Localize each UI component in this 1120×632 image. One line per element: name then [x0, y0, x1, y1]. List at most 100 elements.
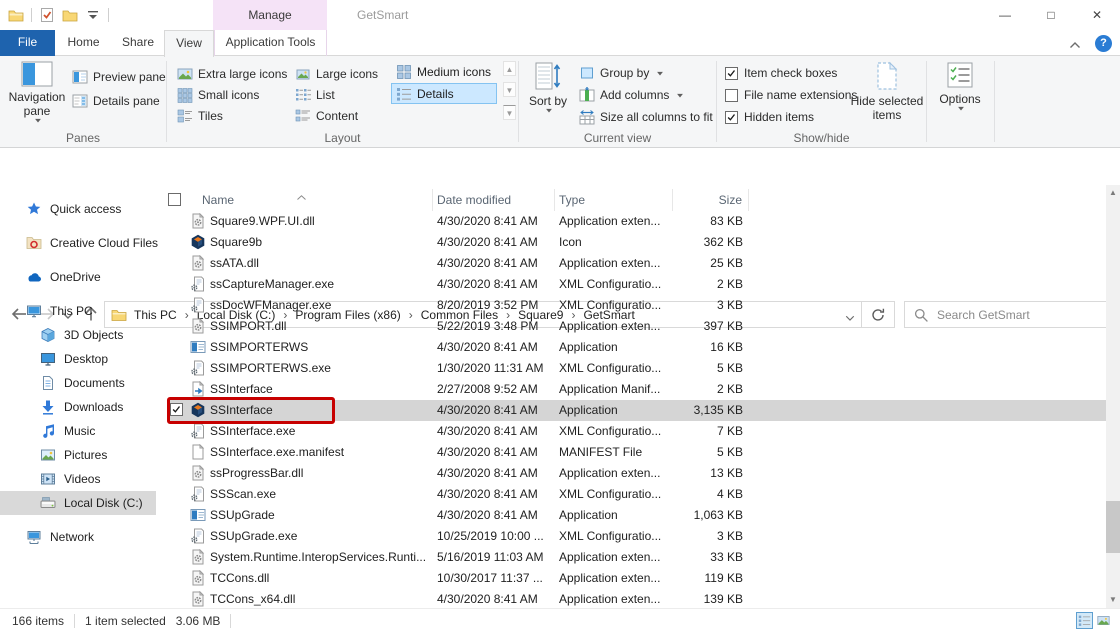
- checkbox-unchecked-icon[interactable]: [725, 89, 738, 102]
- file-row-ssupgrade-exe-15[interactable]: SSUpGrade.exe10/25/2019 10:00 ...XML Con…: [168, 526, 1106, 547]
- sidebar-item-this-pc[interactable]: This PC: [0, 299, 156, 323]
- dll-file-icon: [190, 591, 206, 607]
- sidebar-item-onedrive[interactable]: OneDrive: [0, 265, 156, 289]
- file-row-ssinterface-8[interactable]: SSInterface2/27/2008 9:52 AMApplication …: [168, 379, 1106, 400]
- file-row-ssimporterws-6[interactable]: SSIMPORTERWS4/30/2020 8:41 AMApplication…: [168, 337, 1106, 358]
- size-all-columns-button[interactable]: Size all columns to fit: [579, 107, 713, 127]
- file-row-tccons-x64-dll-18[interactable]: TCCons_x64.dll4/30/2020 8:41 AMApplicati…: [168, 589, 1106, 608]
- details-pane-button[interactable]: Details pane: [72, 91, 160, 111]
- layout-option-large-icons[interactable]: Large icons: [295, 63, 378, 84]
- file-row-ssprogressbar-dll-12[interactable]: ssProgressBar.dll4/30/2020 8:41 AMApplic…: [168, 463, 1106, 484]
- column-header-name[interactable]: Name: [168, 189, 433, 211]
- file-row-square9-wpf-ui-dll-0[interactable]: Square9.WPF.UI.dll4/30/2020 8:41 AMAppli…: [168, 211, 1106, 232]
- maximize-button[interactable]: □: [1028, 0, 1074, 30]
- sidebar-item-quick-access[interactable]: Quick access: [0, 197, 156, 221]
- sidebar-item-label: Desktop: [64, 352, 108, 366]
- file-row-ssdocwfmanager-exe-4[interactable]: ssDocWFManager.exe8/20/2019 3:52 PMXML C…: [168, 295, 1106, 316]
- scroll-down-icon[interactable]: ▼: [1106, 592, 1120, 608]
- tab-share[interactable]: Share: [112, 30, 164, 56]
- options-button[interactable]: Options: [930, 61, 990, 111]
- new-folder-icon[interactable]: [62, 7, 78, 23]
- objects-3d-icon: [40, 327, 56, 343]
- file-row-ssinterface-9[interactable]: SSInterface4/30/2020 8:41 AMApplication3…: [168, 400, 1106, 421]
- file-row-ssinterface-exe-10[interactable]: SSInterface.exe4/30/2020 8:41 AMXML Conf…: [168, 421, 1106, 442]
- layout-option-medium-icons[interactable]: Medium icons: [391, 61, 497, 82]
- config-file-icon: [190, 297, 206, 313]
- file-row-sscapturemanager-exe-3[interactable]: ssCaptureManager.exe4/30/2020 8:41 AMXML…: [168, 274, 1106, 295]
- tab-home[interactable]: Home: [55, 30, 112, 56]
- sidebar-item-documents[interactable]: Documents: [0, 371, 156, 395]
- file-row-ssupgrade-14[interactable]: SSUpGrade4/30/2020 8:41 AMApplication1,0…: [168, 505, 1106, 526]
- sidebar-item-desktop[interactable]: Desktop: [0, 347, 156, 371]
- layout-option-small-icons[interactable]: Small icons: [177, 84, 287, 105]
- checkbox-item-check-boxes[interactable]: Item check boxes: [725, 64, 837, 82]
- status-separator: [74, 614, 75, 628]
- navigation-pane-button[interactable]: Navigation pane: [6, 61, 68, 123]
- file-row-tccons-dll-17[interactable]: TCCons.dll10/30/2017 11:37 ...Applicatio…: [168, 568, 1106, 589]
- file-row-ssata-dll-2[interactable]: ssATA.dll4/30/2020 8:41 AMApplication ex…: [168, 253, 1106, 274]
- file-date: 1/30/2020 11:31 AM: [433, 358, 555, 379]
- layout-scroll-down-icon[interactable]: ▼: [503, 82, 516, 97]
- file-row-ssimporterws-exe-7[interactable]: SSIMPORTERWS.exe1/30/2020 11:31 AMXML Co…: [168, 358, 1106, 379]
- hide-selected-items-button[interactable]: Hide selected items: [849, 61, 925, 122]
- group-by-button[interactable]: Group by: [579, 63, 664, 83]
- collapse-ribbon-icon[interactable]: [1069, 38, 1081, 50]
- sidebar-item-local-disk-c[interactable]: Local Disk (C:): [0, 491, 156, 515]
- customize-qat-icon[interactable]: [85, 7, 101, 23]
- layout-option-extra-large-icons[interactable]: Extra large icons: [177, 63, 287, 84]
- file-row-system-runtime-interopservices-runti-16[interactable]: System.Runtime.InteropServices.Runti...5…: [168, 547, 1106, 568]
- ribbon-tab-row: File Home Share View Application Tools ?: [0, 30, 1120, 56]
- scrollbar-thumb[interactable]: [1106, 501, 1120, 553]
- sidebar-item-network[interactable]: Network: [0, 525, 156, 549]
- checkbox-file-name-extensions[interactable]: File name extensions: [725, 86, 857, 104]
- help-icon[interactable]: ?: [1095, 35, 1112, 52]
- sidebar-item-3d-objects[interactable]: 3D Objects: [0, 323, 156, 347]
- close-button[interactable]: ✕: [1074, 0, 1120, 30]
- add-columns-button[interactable]: Add columns: [579, 85, 684, 105]
- explorer-icon[interactable]: [8, 7, 24, 23]
- layout-option-details[interactable]: Details: [391, 83, 497, 104]
- layout-option-list[interactable]: List: [295, 84, 378, 105]
- row-checkbox-checked-icon[interactable]: [170, 403, 183, 416]
- checkbox-label: Item check boxes: [744, 66, 837, 80]
- file-name: SSIMPORTERWS: [210, 340, 308, 354]
- file-size: 362 KB: [673, 232, 749, 253]
- sort-by-button[interactable]: Sort by: [525, 61, 571, 113]
- sidebar-item-music[interactable]: Music: [0, 419, 156, 443]
- file-name: SSUpGrade: [210, 508, 275, 522]
- details-view-toggle-icon[interactable]: [1076, 612, 1093, 629]
- creative-cloud-icon: [26, 235, 42, 251]
- layout-option-content[interactable]: Content: [295, 105, 378, 126]
- checkbox-checked-icon[interactable]: [725, 111, 738, 124]
- column-header-type[interactable]: Type: [555, 189, 673, 211]
- column-header-size[interactable]: Size: [673, 189, 749, 211]
- scroll-up-icon[interactable]: ▲: [1106, 185, 1120, 201]
- sidebar-item-label: Videos: [64, 472, 100, 486]
- thumbnail-view-toggle-icon[interactable]: [1095, 612, 1112, 629]
- preview-pane-button[interactable]: Preview pane: [72, 67, 166, 87]
- layout-option-tiles[interactable]: Tiles: [177, 105, 287, 126]
- checkbox-hidden-items[interactable]: Hidden items: [725, 108, 814, 126]
- checkbox-checked-icon[interactable]: [725, 67, 738, 80]
- file-row-square9b-1[interactable]: Square9b4/30/2020 8:41 AMIcon362 KB: [168, 232, 1106, 253]
- file-row-ssimport-dll-5[interactable]: SSIMPORT.dll5/22/2019 3:48 PMApplication…: [168, 316, 1106, 337]
- preview-pane-label: Preview pane: [93, 70, 166, 84]
- tab-view[interactable]: View: [164, 30, 214, 57]
- vertical-scrollbar[interactable]: ▲ ▼: [1106, 185, 1120, 608]
- file-row-ssinterface-exe-manifest-11[interactable]: SSInterface.exe.manifest4/30/2020 8:41 A…: [168, 442, 1106, 463]
- minimize-button[interactable]: ―: [982, 0, 1028, 30]
- file-row-ssscan-exe-13[interactable]: SSScan.exe4/30/2020 8:41 AMXML Configura…: [168, 484, 1106, 505]
- sidebar-item-downloads[interactable]: Downloads: [0, 395, 156, 419]
- file-size: 139 KB: [673, 589, 749, 608]
- layout-scroll-up-icon[interactable]: ▲: [503, 61, 516, 76]
- layout-more-icon[interactable]: ▼: [503, 105, 516, 120]
- properties-icon[interactable]: [39, 7, 55, 23]
- sidebar-item-videos[interactable]: Videos: [0, 467, 156, 491]
- tab-file[interactable]: File: [0, 30, 55, 56]
- sidebar-item-pictures[interactable]: Pictures: [0, 443, 156, 467]
- sidebar-item-creative-cloud-files[interactable]: Creative Cloud Files: [0, 231, 156, 255]
- column-header-date-modified[interactable]: Date modified: [433, 189, 555, 211]
- tab-application-tools[interactable]: Application Tools: [214, 30, 327, 56]
- select-all-checkbox[interactable]: [168, 193, 181, 206]
- dll-file-icon: [190, 213, 206, 229]
